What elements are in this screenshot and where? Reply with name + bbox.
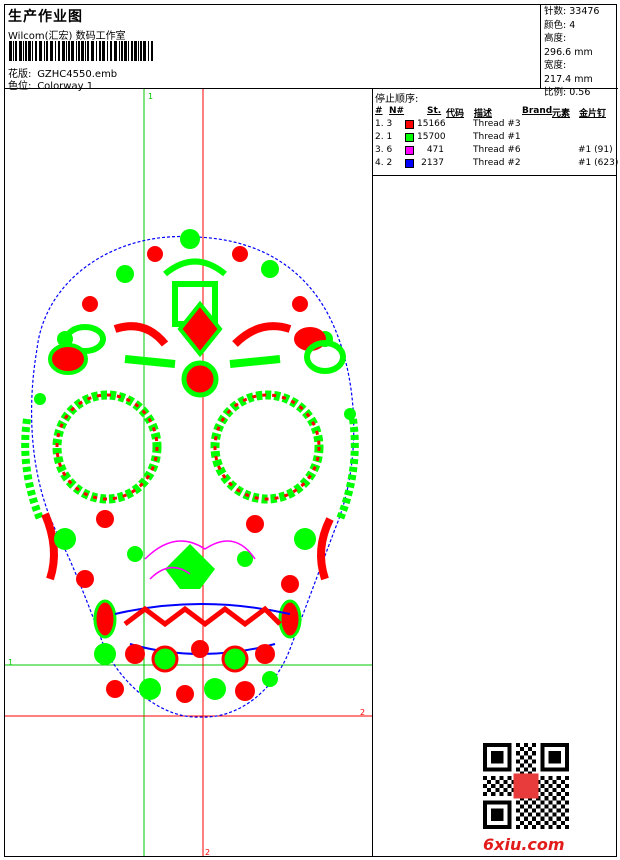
right-eye-ring-accent <box>213 393 321 501</box>
row-index: 1. 3 <box>375 119 393 129</box>
nose-ornament <box>144 540 256 589</box>
row-index: 2. 1 <box>375 132 393 142</box>
table-row: 2. 1 15700 Thread #1 <box>373 132 616 145</box>
side-decorations <box>21 393 359 639</box>
forehead-ornament <box>163 258 227 398</box>
row-extra: #1 (91) <box>578 145 613 155</box>
design-canvas: 1 1 2 2 <box>5 89 373 856</box>
stat-height: 高度: 296.6 mm <box>544 33 593 58</box>
qr-center-logo <box>513 773 539 799</box>
production-sheet: 生产作业图 Wilcom(汇宏) 数码工作室 花版: GZHC4550.emb … <box>4 4 619 857</box>
row-description: Thread #2 <box>473 158 521 168</box>
guide-label-red-right: 2 <box>360 708 365 717</box>
stop-sequence-panel: 停止顺序: # N# St. 代码 描述 Brand 元素 金片钉 1. 3 15… <box>373 89 619 176</box>
table-header: # N# St. 代码 描述 Brand 元素 金片钉 <box>375 106 607 119</box>
stat-width: 宽度: 217.4 mm <box>544 60 593 85</box>
row-stitches: 15166 <box>417 119 446 129</box>
row-extra: #1 (623) <box>578 158 619 168</box>
row-description: Thread #3 <box>473 119 521 129</box>
barcode-image <box>9 41 153 61</box>
color-swatch-box <box>405 159 414 168</box>
page-title: 生产作业图 <box>8 9 83 25</box>
guide-label-red-bottom: 2 <box>205 848 210 856</box>
row-description: Thread #1 <box>473 132 521 142</box>
watermark-text: 6xiu.com <box>483 835 565 854</box>
guide-label-green-top: 1 <box>148 92 153 101</box>
stats-panel: 针数: 33476 颜色: 4 高度: 296.6 mm 宽度: 217.4 m… <box>540 5 616 98</box>
table-row: 4. 2 2137 Thread #2 #1 (623) <box>373 158 619 171</box>
row-description: Thread #6 <box>473 145 521 155</box>
row-stitches: 15700 <box>417 132 446 142</box>
table-row: 1. 3 15166 Thread #3 <box>373 119 616 132</box>
color-swatch-box <box>405 146 414 155</box>
color-swatch-box <box>405 133 414 142</box>
stop-sequence-title: 停止顺序: <box>375 94 419 105</box>
stop-sequence-table: # N# St. 代码 描述 Brand 元素 金片钉 1. 3 15166 Thr… <box>373 106 619 171</box>
stat-colors: 颜色: 4 <box>544 19 576 31</box>
company-name: Wilcom(汇宏) 数码工作室 <box>8 31 126 42</box>
stat-stitches: 针数: 33476 <box>544 6 600 17</box>
row-index: 3. 6 <box>375 145 393 155</box>
row-stitches: 471 <box>426 145 444 155</box>
table-row: 3. 6 471 Thread #6 #1 (91) <box>373 145 616 158</box>
qr-code-image <box>483 743 569 829</box>
row-index: 4. 2 <box>375 158 393 168</box>
guide-label-green-left: 1 <box>8 658 13 667</box>
skull-embroidery-design: 1 1 2 2 <box>5 89 372 856</box>
row-stitches: 2137 <box>421 158 444 168</box>
color-swatch-box <box>405 120 414 129</box>
header: 生产作业图 Wilcom(汇宏) 数码工作室 花版: GZHC4550.emb … <box>5 5 618 98</box>
